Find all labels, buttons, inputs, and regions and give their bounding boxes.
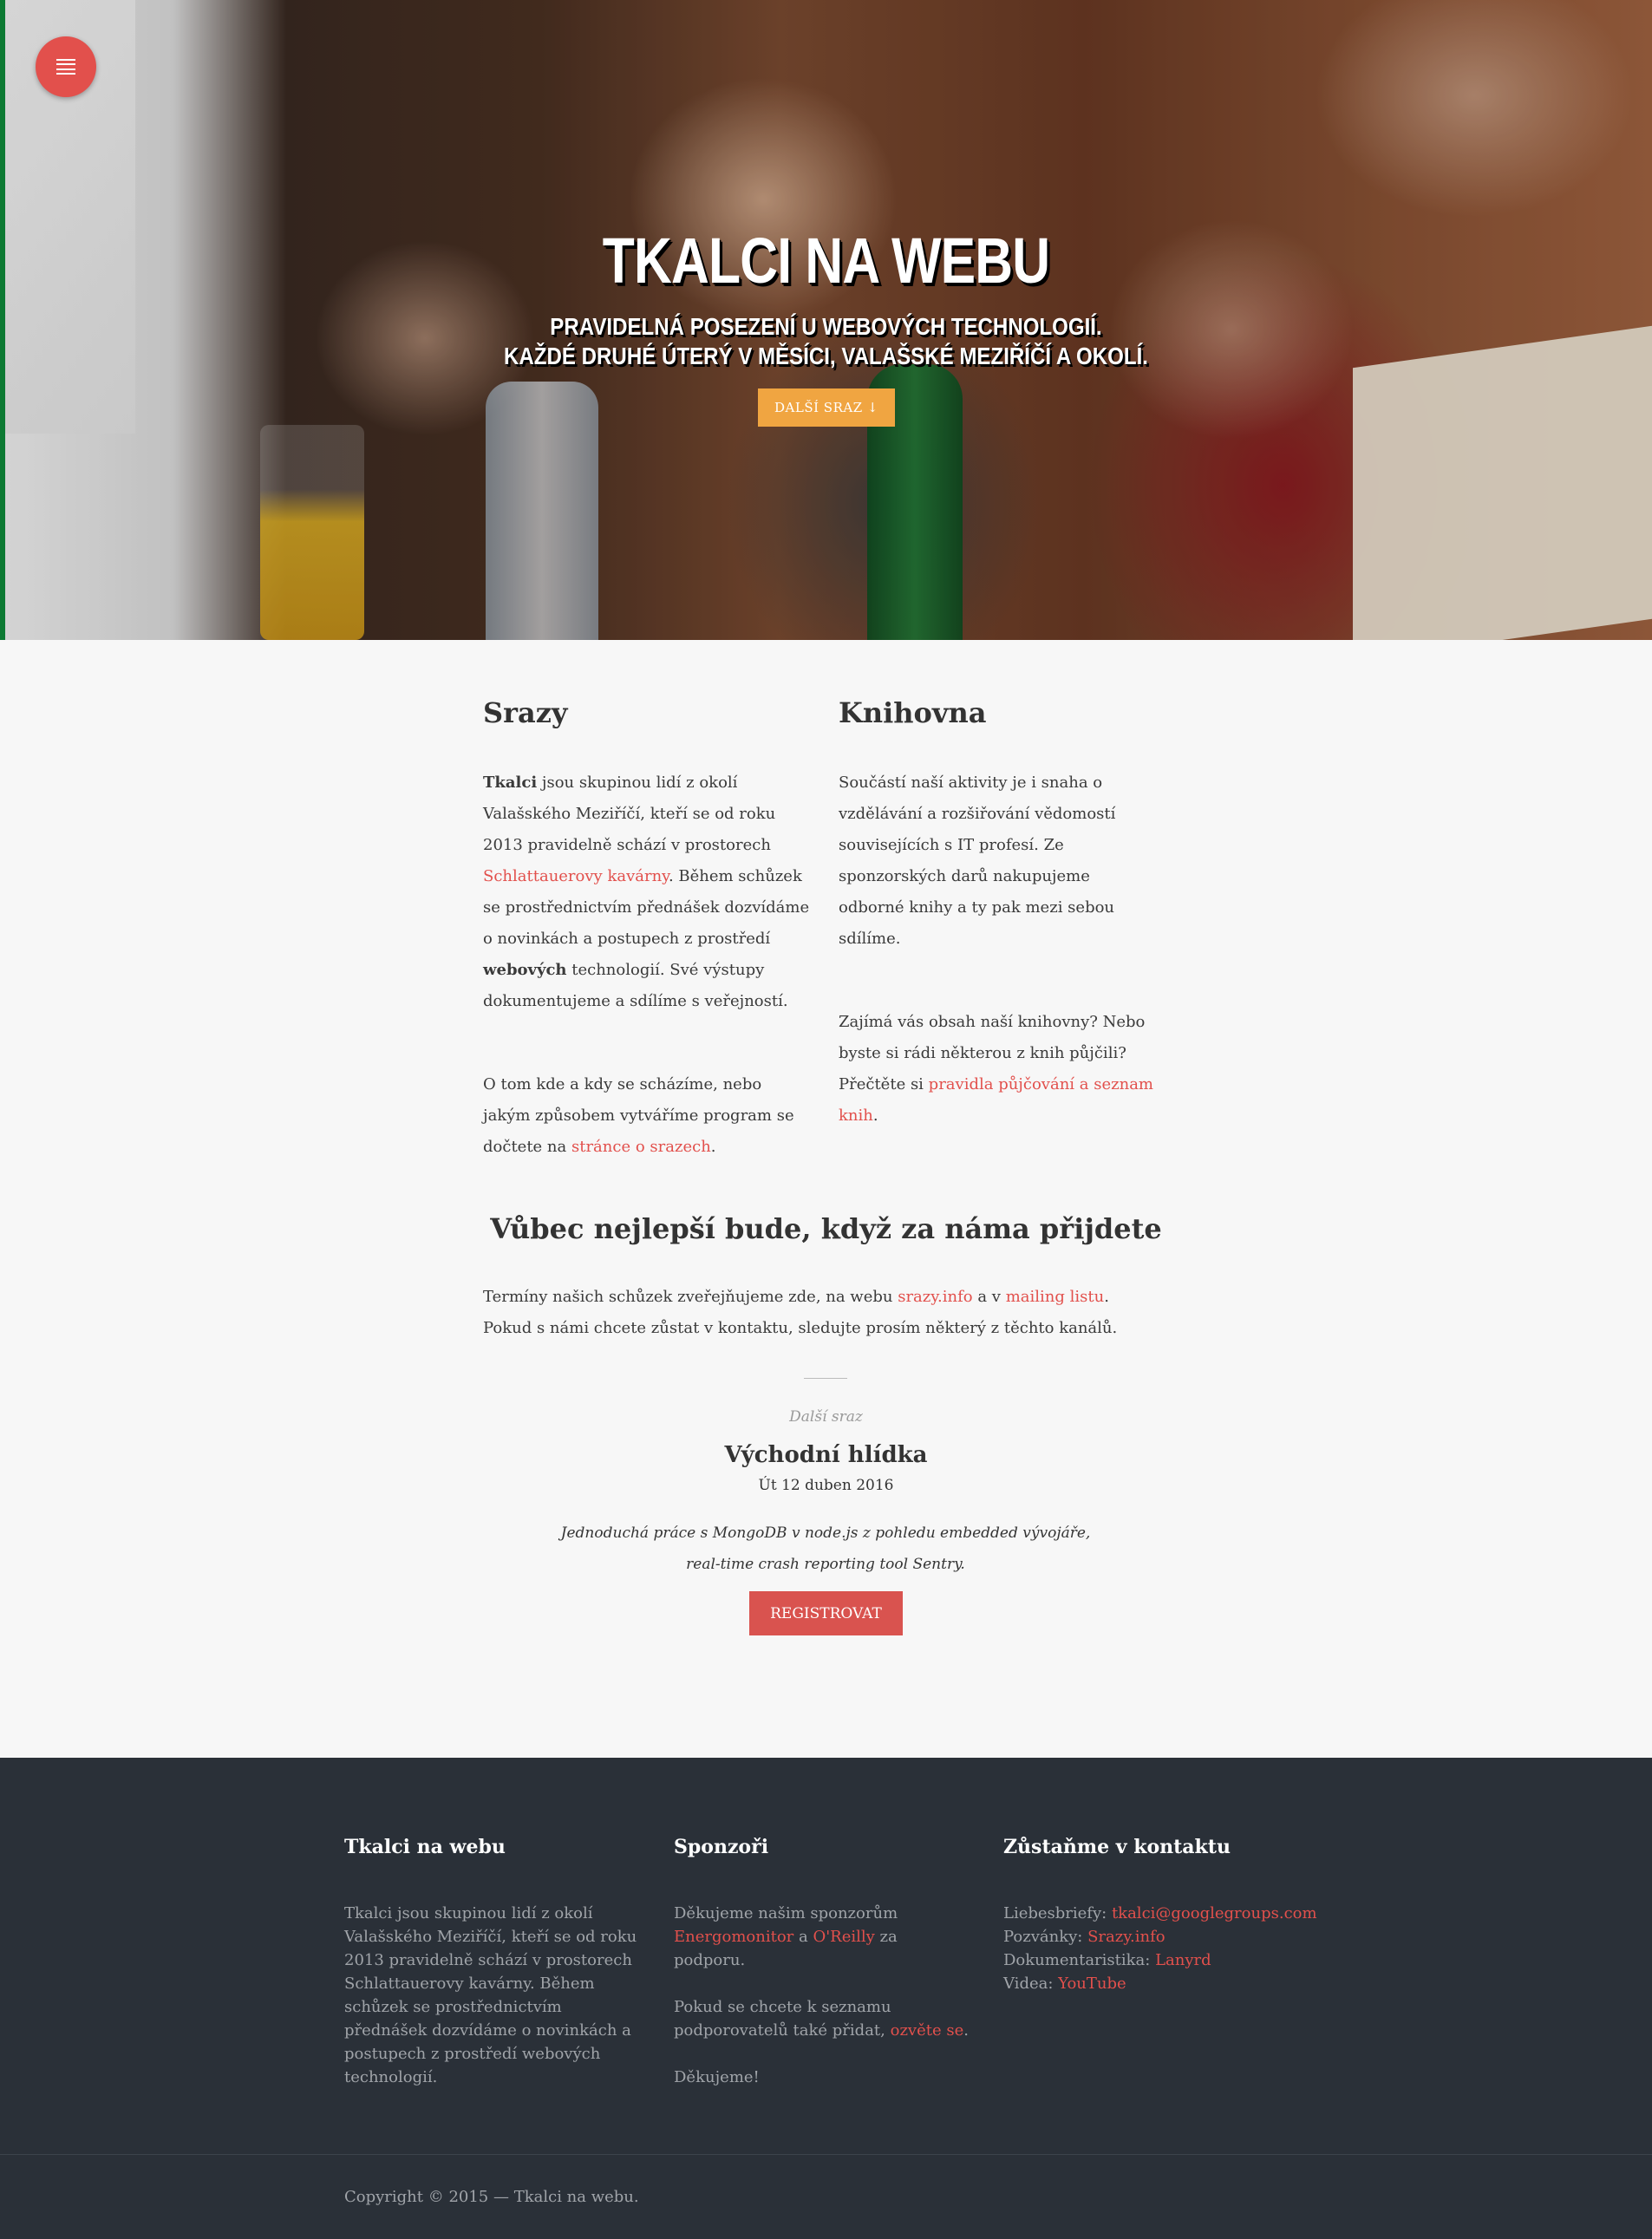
- srazy-paragraph-2: O tom kde a kdy se scházíme, nebo jakým …: [483, 1075, 794, 1157]
- lanyrd-link[interactable]: Lanyrd: [1155, 1951, 1211, 1969]
- footer-about-text: Tkalci jsou skupinou lidí z okolí Valašs…: [344, 1904, 637, 2087]
- contact-us-link[interactable]: ozvěte se: [891, 2021, 964, 2040]
- footer-sponsors-heading: Sponzoři: [674, 1836, 769, 1858]
- youtube-link[interactable]: YouTube: [1058, 1975, 1126, 1993]
- footer-contact-heading: Zůstaňme v kontaktu: [1003, 1836, 1231, 1858]
- register-button[interactable]: Registrovat: [749, 1591, 903, 1635]
- cafe-link[interactable]: Schlattauerovy kavárny: [483, 867, 669, 885]
- knihovna-paragraph-1: Součástí naší aktivity je i snaha o vzdě…: [839, 774, 1116, 949]
- join-intro: Termíny našich schůzek zveřejňujeme zde,…: [483, 1288, 1118, 1337]
- footer-about: Tkalci na webu Tkalci jsou skupinou lidí…: [344, 1836, 639, 2112]
- hero-title: Tkalci na webu: [602, 225, 1050, 297]
- hero-subtitle-line2: Každé druhé úterý v měsíci, Valašské Mez…: [504, 343, 1148, 369]
- divider: [804, 1378, 847, 1379]
- mailing-list-link[interactable]: mailing listu: [1006, 1288, 1104, 1306]
- footer-sponsors: Sponzoři Děkujeme našim sponzorům Energo…: [674, 1836, 969, 2112]
- hero-subtitle-line1: Pravidelná posezení u webových technolog…: [550, 313, 1102, 340]
- footer-contact: Zůstaňme v kontaktu Liebesbriefy: tkalci…: [1003, 1836, 1333, 1995]
- srazy-heading: Srazy: [483, 696, 568, 729]
- next-meetup-label: Další sraz: [789, 1408, 863, 1426]
- contact-item-invitations: Pozvánky: Srazy.info: [1003, 1928, 1166, 1947]
- footer: Tkalci na webu Tkalci jsou skupinou lidí…: [0, 1758, 1652, 2239]
- copyright: Copyright © 2015 — Tkalci na webu.: [344, 2188, 639, 2206]
- join-heading: Vůbec nejlepší bude, když za náma přijde…: [490, 1212, 1162, 1245]
- meetups-page-link[interactable]: stránce o srazech: [571, 1138, 711, 1156]
- contact-item-videos: Videa: YouTube: [1003, 1975, 1126, 1994]
- next-meetup-title: Východní hlídka: [724, 1442, 928, 1468]
- sponsor-energomonitor-link[interactable]: Energomonitor: [674, 1928, 793, 1946]
- menu-icon: [56, 59, 75, 75]
- contact-item-docs: Dokumentaristika: Lanyrd: [1003, 1951, 1211, 1970]
- next-meetup-button[interactable]: Další sraz ↓: [758, 388, 895, 427]
- footer-thanks: Děkujeme!: [674, 2068, 760, 2087]
- hero-subtitle: Pravidelná posezení u webových technolog…: [115, 312, 1536, 371]
- knihovna-section: Knihovna Součástí naší aktivity je i sna…: [839, 696, 1159, 1184]
- srazy-paragraph-1: Tkalci jsou skupinou lidí z okolí Valašs…: [483, 774, 810, 1011]
- sponsor-oreilly-link[interactable]: O'Reilly: [813, 1928, 874, 1946]
- next-meetup-description: Jednoduchá práce s MongoDB v node.js z p…: [560, 1524, 1091, 1573]
- knihovna-paragraph-2: Zajímá vás obsah naší knihovny? Nebo bys…: [839, 1013, 1153, 1126]
- footer-divider: [0, 2154, 1652, 2155]
- srazy-link[interactable]: Srazy.info: [1087, 1928, 1166, 1946]
- footer-sponsors-text: Děkujeme našim sponzorům Energomonitor a…: [674, 1904, 898, 1970]
- email-link[interactable]: tkalci@googlegroups.com: [1112, 1904, 1317, 1922]
- contact-item-email: Liebesbriefy: tkalci@googlegroups.com: [1003, 1904, 1317, 1923]
- menu-button[interactable]: [36, 36, 96, 97]
- srazy-section: Srazy Tkalci jsou skupinou lidí z okolí …: [483, 696, 813, 1215]
- footer-about-heading: Tkalci na webu: [344, 1836, 506, 1858]
- srazy-info-link[interactable]: srazy.info: [898, 1288, 972, 1306]
- knihovna-heading: Knihovna: [839, 696, 987, 729]
- footer-sponsors-join: Pokud se chcete k seznamu podporovatelů …: [674, 1998, 969, 2040]
- next-meetup-date: Út 12 duben 2016: [758, 1477, 894, 1494]
